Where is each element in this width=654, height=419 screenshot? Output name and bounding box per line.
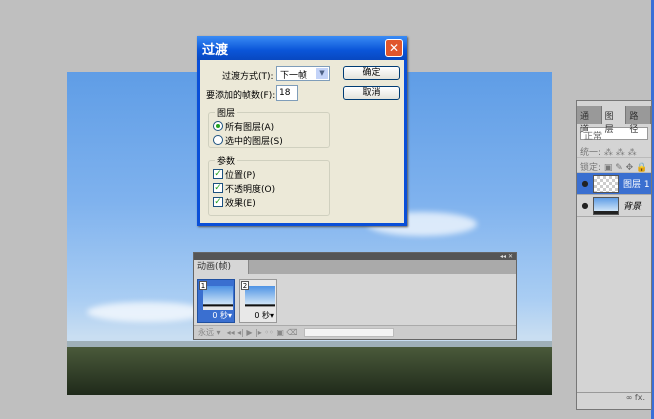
close-icon[interactable]: ✕ [385,39,403,57]
dialog-title: 过渡 [202,43,229,58]
layers-panel: 通道 图层 路径 正常 统一: ⁂ ⁂ ⁂ 锁定: ▣ ✎ ✥ 🔒 ●图层 1 … [576,100,652,410]
cancel-button[interactable]: 取消 [343,86,400,100]
frame-thumbnail [203,286,233,310]
all-layers-radio[interactable]: 所有图层(A) [209,119,329,133]
layer-name: 图层 1 [623,180,650,190]
ok-button[interactable]: 确定 [343,66,400,80]
all-layers-label: 所有图层(A) [225,122,275,133]
effects-checkbox[interactable]: ✓ 效果(E) [209,195,329,209]
tab-channels[interactable]: 通道 [577,106,602,135]
position-checkbox[interactable]: ✓ 位置(P) [209,167,329,181]
tween-method-value: 下一帧 [280,71,308,81]
opacity-checkbox[interactable]: ✓ 不透明度(O) [209,181,329,195]
frame-thumbnail [245,286,275,310]
layers-group: 图层 所有图层(A) 选中的图层(S) [208,106,330,148]
radio-icon [213,121,223,131]
frame-delay[interactable]: 0 秒▾ [254,310,274,321]
frames-label: 要添加的帧数(F): [206,91,276,101]
layer-row[interactable]: ● 图层 1 [577,173,651,195]
layers-footer[interactable]: ∞ fx. [577,392,651,404]
frames-input[interactable]: 18 [276,85,298,101]
checkbox-icon: ✓ [213,183,223,193]
selected-layers-radio[interactable]: 选中的图层(S) [209,133,329,147]
frame-delay[interactable]: 0 秒▾ [212,310,232,321]
field [67,347,552,395]
tween-method-select[interactable]: 下一帧 ▼ [276,66,330,81]
checkbox-icon: ✓ [213,197,223,207]
unify-row: 统一: ⁂ ⁂ ⁂ [577,143,651,158]
scrollbar[interactable] [303,328,394,337]
layer-name: 背景 [623,202,642,212]
frame-1[interactable]: 1 0 秒▾ [197,279,235,323]
tab-animation[interactable]: 动画(帧) [194,260,249,274]
selected-layers-label: 选中的图层(S) [225,136,283,147]
layer-row[interactable]: ● 背景 [577,195,651,217]
opacity-label: 不透明度(O) [225,184,276,195]
frame-2[interactable]: 2 0 秒▾ [239,279,277,323]
eye-icon[interactable]: ● [577,179,593,188]
tween-dialog: 过渡 ✕ 过渡方式(T): 下一帧 ▼ 要添加的帧数(F): 18 确定 取消 图层… [197,36,407,226]
layer-thumbnail [593,174,619,193]
animation-panel: ◂◂ ✕ 动画(帧) 1 0 秒▾ 2 0 秒▾ 永远 ▾ ◂◂ ◂| ▶ |▸… [193,252,517,340]
checkbox-icon: ✓ [213,169,223,179]
layers-group-label: 图层 [217,109,236,119]
chevron-down-icon: ▼ [316,68,328,79]
position-label: 位置(P) [225,170,256,181]
panel-header: ◂◂ ✕ [194,253,516,260]
effects-label: 效果(E) [225,198,256,209]
loop-select[interactable]: 永远 ▾ [198,327,221,338]
dialog-title-bar: 过渡 ✕ [197,36,407,60]
params-group-label: 参数 [217,157,236,167]
frame-number: 2 [241,281,249,290]
tab-paths[interactable]: 路径 [626,106,652,135]
params-group: 参数 ✓ 位置(P) ✓ 不透明度(O) ✓ 效果(E) [208,154,330,216]
cloud [87,302,207,322]
tween-method-label: 过渡方式(T): [222,72,274,82]
radio-icon [213,135,223,145]
eye-icon[interactable]: ● [577,201,593,210]
frame-number: 1 [199,281,207,290]
tab-layers[interactable]: 图层 [601,106,627,135]
animation-toolbar: 永远 ▾ ◂◂ ◂| ▶ |▸ ◦◦ ▣ ⌫ [194,325,516,339]
playback-controls[interactable]: ◂◂ ◂| ▶ |▸ ◦◦ ▣ ⌫ [227,328,298,337]
layer-thumbnail [593,196,619,215]
lock-row: 锁定: ▣ ✎ ✥ 🔒 [577,158,651,173]
